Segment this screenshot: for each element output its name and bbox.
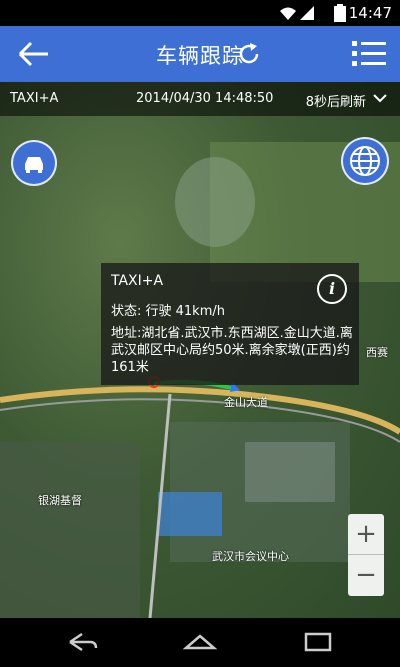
nav-recents-icon[interactable] (298, 630, 338, 654)
globe-icon (350, 146, 380, 176)
nav-back-icon[interactable] (62, 630, 102, 654)
page-title: 车辆跟踪 (156, 44, 244, 68)
vehicle-button[interactable] (11, 140, 57, 186)
map-label-west: 西赛 (366, 346, 388, 359)
map-label-road: 金山大道 (224, 396, 268, 409)
zoom-controls: + − (348, 514, 384, 596)
chevron-down-icon[interactable] (372, 92, 388, 104)
system-nav-bar (0, 618, 400, 667)
status-time: 14:47 (348, 4, 392, 22)
vehicle-info-popup[interactable]: TAXI+A i 状态: 行驶 41km/h 地址:湖北省.武汉市.东西湖区.金… (101, 263, 359, 385)
list-menu-icon[interactable] (352, 38, 386, 70)
map-label-church: 银湖基督 (38, 494, 82, 507)
timestamp: 2014/04/30 14:48:50 (136, 91, 274, 106)
info-icon[interactable]: i (317, 274, 347, 304)
map-layer-button[interactable] (341, 137, 389, 185)
map-label-conference: 武汉市会议中心 (212, 550, 289, 563)
battery-icon (334, 4, 346, 22)
refresh-countdown[interactable]: 8秒后刷新 (306, 91, 366, 110)
zoom-in-button[interactable]: + (348, 514, 384, 555)
popup-title: TAXI+A (111, 273, 164, 289)
wifi-icon (280, 6, 314, 20)
status-bar: 14:47 (0, 0, 400, 26)
app-bar: 车辆跟踪 (0, 26, 400, 82)
nav-home-icon[interactable] (180, 630, 220, 654)
popup-status: 状态: 行驶 41km/h (111, 304, 225, 319)
refresh-icon[interactable] (236, 41, 262, 67)
vehicle-info-bar: TAXI+A 2014/04/30 14:48:50 8秒后刷新 (0, 82, 400, 116)
popup-address: 地址:湖北省.武汉市.东西湖区.金山大道.离武汉邮区中心局约50米.离余家墩(正… (111, 326, 353, 375)
vehicle-plate: TAXI+A (10, 91, 59, 106)
car-icon (25, 157, 43, 173)
zoom-out-button[interactable]: − (348, 555, 384, 595)
